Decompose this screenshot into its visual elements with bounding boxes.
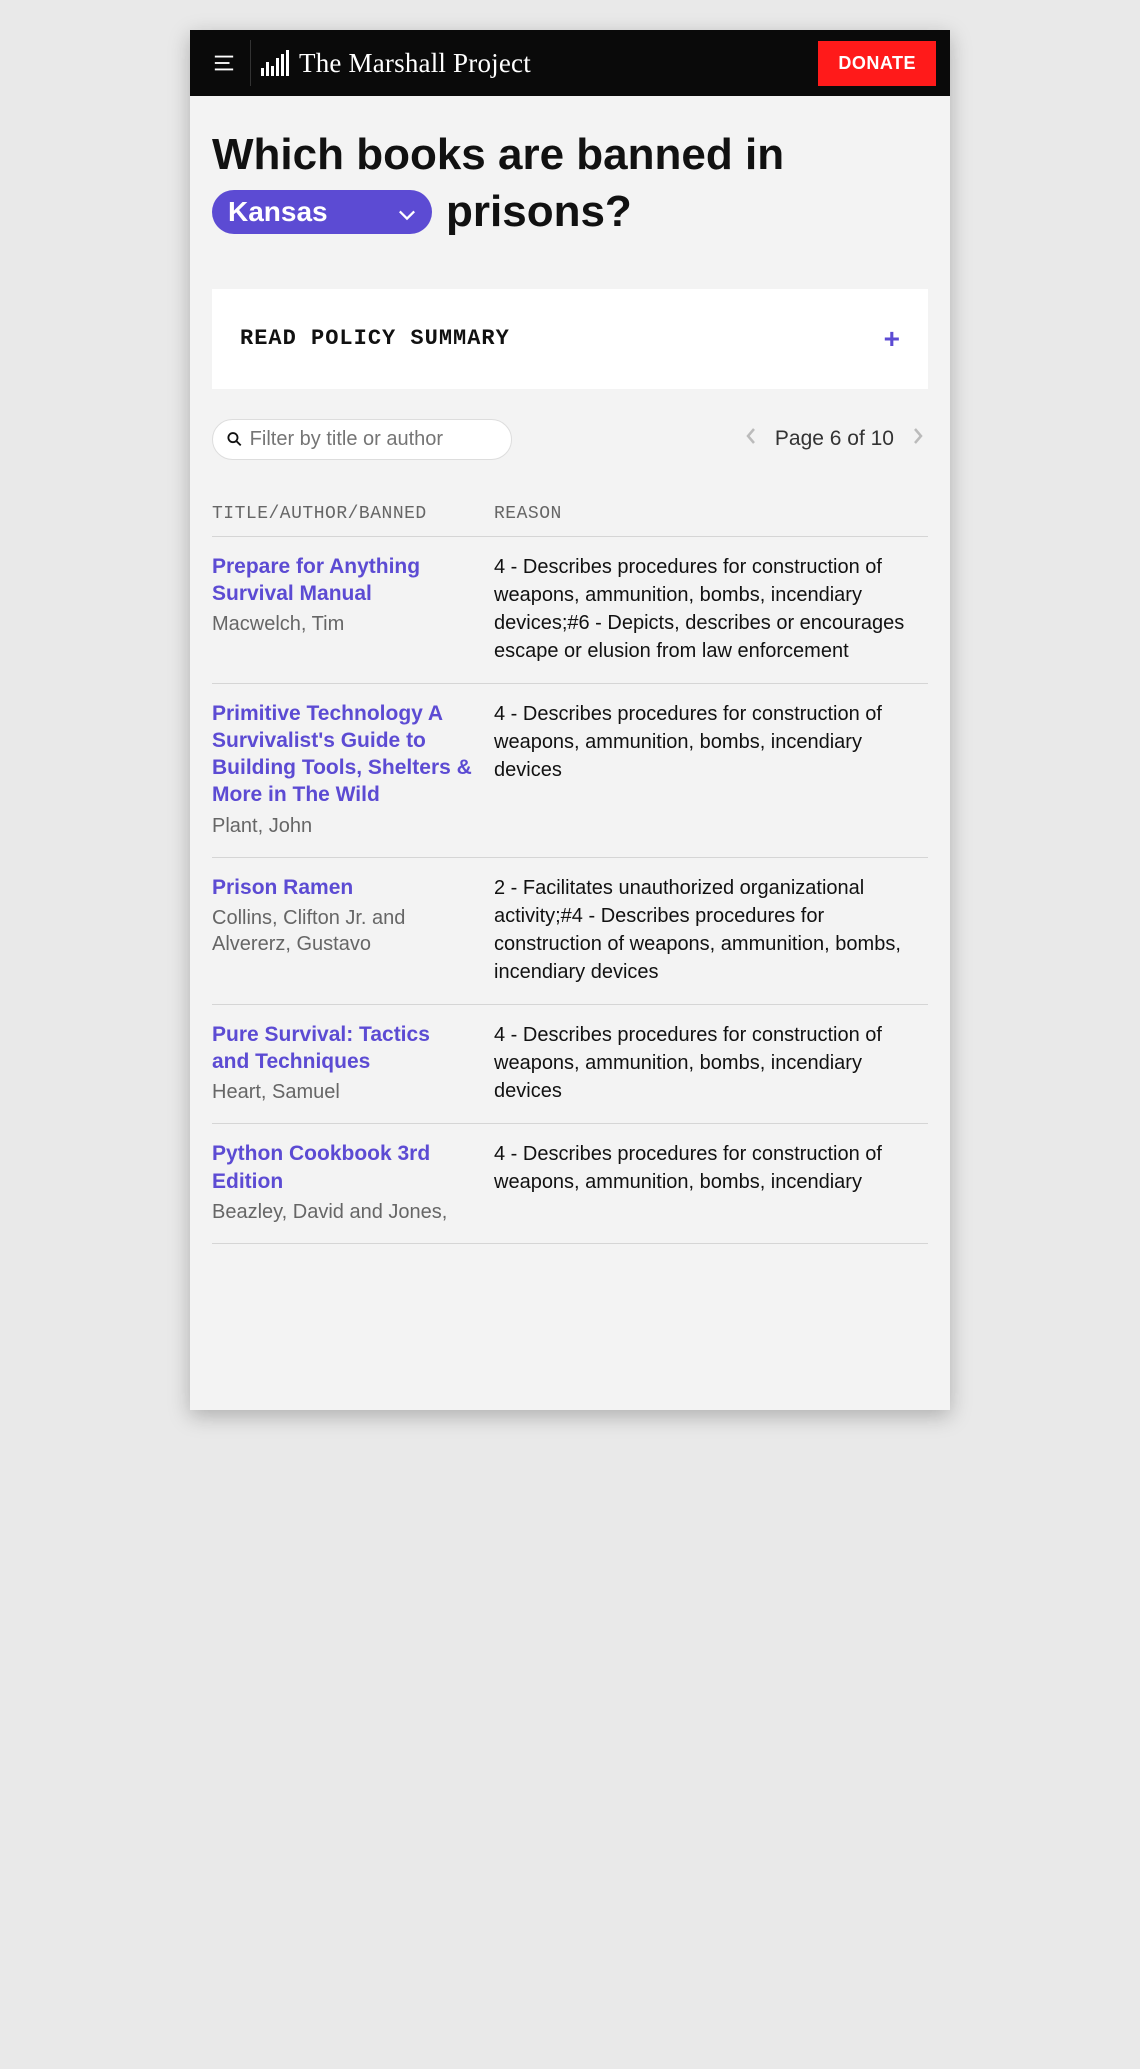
col-header-reason: REASON — [494, 504, 928, 524]
book-author: Macwelch, Tim — [212, 611, 472, 637]
book-title-link[interactable]: Python Cookbook 3rd Edition — [212, 1140, 472, 1195]
page-title-prefix: Which books are banned in — [212, 130, 928, 181]
menu-icon — [213, 54, 235, 72]
policy-summary-label: READ POLICY SUMMARY — [240, 326, 510, 351]
search-box[interactable] — [212, 419, 512, 460]
table-row: Pure Survival: Tactics and Techniques Hea… — [212, 1005, 928, 1125]
table-body: Prepare for Anything Survival Manual Macw… — [212, 537, 928, 1244]
cell-reason: 4 - Describes procedures for constructio… — [494, 553, 928, 665]
logo-bars-icon — [261, 50, 289, 76]
book-author: Plant, John — [212, 813, 472, 839]
cell-reason: 4 - Describes procedures for constructio… — [494, 700, 928, 839]
toolbar: Page 6 of 10 — [212, 419, 928, 460]
page-title-suffix: prisons? — [446, 187, 632, 237]
cell-title-author: Primitive Technology A Survivalist's Gui… — [212, 700, 472, 839]
cell-title-author: Pure Survival: Tactics and Techniques Hea… — [212, 1021, 472, 1106]
menu-button[interactable] — [204, 43, 244, 83]
chevron-right-icon — [912, 427, 924, 445]
donate-button[interactable]: DONATE — [818, 41, 936, 86]
top-bar: The Marshall Project DONATE — [190, 30, 950, 96]
col-header-title: TITLE/AUTHOR/BANNED — [212, 504, 472, 524]
vertical-divider — [250, 40, 251, 86]
cell-reason: 4 - Describes procedures for constructio… — [494, 1021, 928, 1106]
chevron-left-icon — [745, 427, 757, 445]
pager-next[interactable] — [908, 423, 928, 455]
brand-logo[interactable]: The Marshall Project — [261, 48, 531, 79]
table-row: Python Cookbook 3rd Edition Beazley, Davi… — [212, 1124, 928, 1244]
cell-reason: 4 - Describes procedures for constructio… — [494, 1140, 928, 1225]
cell-reason: 2 - Facilitates unauthorized organizatio… — [494, 874, 928, 986]
cell-title-author: Python Cookbook 3rd Edition Beazley, Davi… — [212, 1140, 472, 1225]
state-select-value: Kansas — [228, 196, 328, 227]
table-row: Prepare for Anything Survival Manual Macw… — [212, 537, 928, 684]
cell-title-author: Prison Ramen Collins, Clifton Jr. and Alv… — [212, 874, 472, 986]
search-input[interactable] — [250, 428, 497, 451]
book-author: Beazley, David and Jones, — [212, 1199, 472, 1225]
main-content: Which books are banned in Kansas prisons… — [190, 96, 950, 1244]
pager: Page 6 of 10 — [741, 423, 928, 455]
book-title-link[interactable]: Prepare for Anything Survival Manual — [212, 553, 472, 608]
book-title-link[interactable]: Prison Ramen — [212, 874, 472, 901]
book-title-link[interactable]: Primitive Technology A Survivalist's Gui… — [212, 700, 472, 809]
pager-prev[interactable] — [741, 423, 761, 455]
table-row: Prison Ramen Collins, Clifton Jr. and Alv… — [212, 858, 928, 1005]
book-author: Heart, Samuel — [212, 1079, 472, 1105]
search-icon — [227, 431, 242, 447]
state-select[interactable]: Kansas — [212, 190, 432, 234]
brand-name: The Marshall Project — [299, 48, 531, 79]
pager-label: Page 6 of 10 — [775, 427, 894, 451]
policy-summary-toggle[interactable]: READ POLICY SUMMARY + — [212, 289, 928, 389]
cell-title-author: Prepare for Anything Survival Manual Macw… — [212, 553, 472, 665]
chevron-down-icon — [398, 196, 416, 228]
page-title-row2: Kansas prisons? — [212, 187, 928, 237]
book-author: Collins, Clifton Jr. and Alvererz, Gusta… — [212, 905, 472, 957]
book-title-link[interactable]: Pure Survival: Tactics and Techniques — [212, 1021, 472, 1076]
table-row: Primitive Technology A Survivalist's Gui… — [212, 684, 928, 858]
table-header: TITLE/AUTHOR/BANNED REASON — [212, 504, 928, 537]
plus-icon: + — [884, 323, 900, 355]
app-frame: The Marshall Project DONATE Which books … — [190, 30, 950, 1410]
